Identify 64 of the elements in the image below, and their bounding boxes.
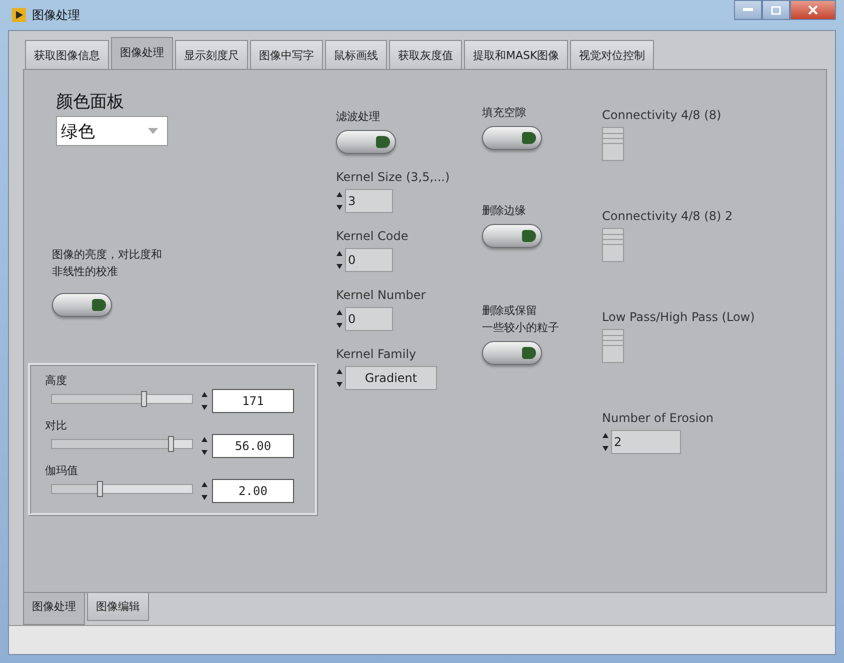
toggle-button[interactable] xyxy=(482,341,542,365)
toggle-button[interactable] xyxy=(482,126,542,150)
slider-track[interactable] xyxy=(51,439,193,449)
slider-label: 伽玛值 xyxy=(45,463,79,479)
spinner-arrows-icon xyxy=(201,436,208,456)
tab[interactable]: 图像编辑 xyxy=(87,593,149,621)
caret-icon xyxy=(147,127,159,135)
close-icon xyxy=(808,5,818,15)
control-label: 填充空隙 xyxy=(482,105,526,121)
spinner-arrows-icon xyxy=(336,309,343,329)
control-label: 颜色面板 xyxy=(56,91,125,113)
maximize-icon xyxy=(771,6,781,14)
spinner-arrows-icon xyxy=(602,432,609,452)
app-icon xyxy=(12,8,26,22)
numeric-field[interactable]: 3 xyxy=(345,189,393,213)
slider-track[interactable] xyxy=(51,394,193,404)
minimize-button[interactable] xyxy=(734,0,762,20)
slider-thumb[interactable] xyxy=(96,481,103,497)
toggle-button[interactable] xyxy=(482,224,542,248)
control-label: 删除边缘 xyxy=(482,203,526,219)
tab[interactable]: 提取和MASK图像 xyxy=(464,40,568,69)
spinner-arrows-icon xyxy=(336,191,343,211)
tab[interactable]: 获取灰度值 xyxy=(389,40,462,69)
slider-thumb[interactable] xyxy=(168,436,174,452)
tab[interactable]: 图像处理 xyxy=(111,37,173,69)
slider-track[interactable] xyxy=(51,484,193,494)
control-label: 图像的亮度，对比度和 非线性的校准 xyxy=(52,247,162,280)
ring-selector[interactable]: Gradient xyxy=(345,366,437,390)
control-label: 删除或保留 一些较小的粒子 xyxy=(482,303,559,336)
slider-thumb[interactable] xyxy=(141,391,148,407)
spinner-arrows-icon xyxy=(201,481,208,501)
control-label: 滤波处理 xyxy=(336,109,380,125)
close-button[interactable] xyxy=(790,0,836,20)
tab[interactable]: 获取图像信息 xyxy=(25,40,109,69)
control-label: Connectivity 4/8 (8) 2 xyxy=(602,209,733,223)
tab[interactable]: 鼠标画线 xyxy=(325,40,387,69)
tab[interactable]: 视觉对位控制 xyxy=(570,40,654,69)
numeric-field[interactable]: 0 xyxy=(345,307,393,331)
tab[interactable]: 显示刻度尺 xyxy=(175,40,248,69)
tab[interactable]: 图像中写字 xyxy=(250,40,323,69)
control-label: Low Pass/High Pass (Low) xyxy=(602,310,755,324)
control-label: Kernel Family xyxy=(336,347,416,361)
maximize-button[interactable] xyxy=(762,0,790,20)
spinner-arrows-icon xyxy=(201,391,208,411)
numeric-field[interactable]: 0 xyxy=(345,248,393,272)
numeric-field[interactable]: 2 xyxy=(611,430,681,454)
dropdown[interactable]: 绿色 xyxy=(56,116,168,146)
window-title: 图像处理 xyxy=(32,6,80,24)
toggle-button[interactable] xyxy=(52,293,112,317)
slider-label: 高度 xyxy=(45,373,68,389)
control-label: Kernel Code xyxy=(336,229,408,243)
spinner-arrows-icon xyxy=(336,368,343,388)
slider-label: 对比 xyxy=(45,418,68,434)
numeric-field[interactable]: 171 xyxy=(212,389,294,413)
spinner-arrows-icon xyxy=(336,250,343,270)
numeric-field[interactable]: 56.00 xyxy=(212,434,294,458)
control-label: Kernel Size (3,5,...) xyxy=(336,170,450,184)
control-label: Connectivity 4/8 (8) xyxy=(602,108,722,122)
control-label: Number of Erosion xyxy=(602,411,714,425)
tab[interactable]: 图像处理 xyxy=(23,593,85,625)
minimize-icon xyxy=(743,8,753,12)
toggle-button[interactable] xyxy=(336,130,396,154)
numeric-field[interactable]: 2.00 xyxy=(212,479,294,503)
control-label: Kernel Number xyxy=(336,288,426,302)
